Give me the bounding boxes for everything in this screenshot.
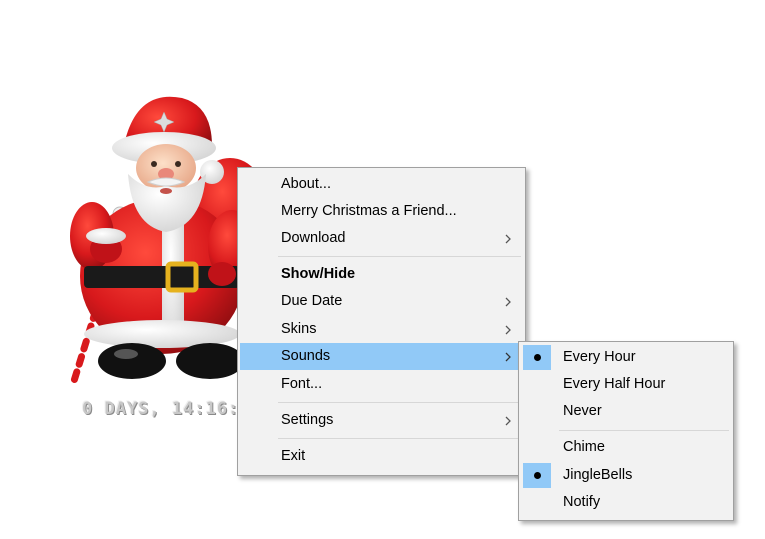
menu-separator — [278, 438, 521, 439]
bullet-icon — [534, 472, 541, 479]
menu-item-label: Font... — [281, 376, 323, 392]
menu-item-about[interactable]: About... — [240, 171, 523, 198]
sounds-submenu: Every Hour Every Half Hour Never Chime J… — [518, 341, 734, 521]
menu-item-exit[interactable]: Exit — [240, 443, 523, 470]
selected-indicator — [523, 345, 551, 370]
menu-item-sounds[interactable]: Sounds — [240, 343, 523, 370]
submenu-item-label: Chime — [563, 439, 605, 455]
chevron-right-icon — [505, 352, 511, 362]
submenu-item-label: Never — [563, 403, 602, 419]
submenu-item-chime[interactable]: Chime — [521, 434, 731, 461]
submenu-item-label: Every Hour — [563, 349, 636, 365]
submenu-item-every-hour[interactable]: Every Hour — [521, 344, 731, 371]
context-menu: About... Merry Christmas a Friend... Dow… — [237, 167, 526, 476]
submenu-item-jinglebells[interactable]: JingleBells — [521, 462, 731, 489]
menu-separator — [278, 402, 521, 403]
menu-item-due-date[interactable]: Due Date — [240, 288, 523, 315]
submenu-item-notify[interactable]: Notify — [521, 489, 731, 516]
menu-separator — [559, 430, 729, 431]
countdown-display: 0 DAYS, 14:16:42 — [82, 399, 242, 419]
bullet-icon — [534, 354, 541, 361]
chevron-right-icon — [505, 297, 511, 307]
submenu-item-never[interactable]: Never — [521, 398, 731, 425]
submenu-item-label: JingleBells — [563, 467, 633, 483]
menu-item-merry-christmas-a-friend[interactable]: Merry Christmas a Friend... — [240, 198, 523, 225]
submenu-item-label: Notify — [563, 494, 601, 510]
chevron-right-icon — [505, 234, 511, 244]
menu-item-show-hide[interactable]: Show/Hide — [240, 261, 523, 288]
submenu-item-label: Every Half Hour — [563, 376, 666, 392]
selected-indicator — [523, 463, 551, 488]
menu-separator — [278, 256, 521, 257]
menu-item-skins[interactable]: Skins — [240, 316, 523, 343]
chevron-right-icon — [505, 325, 511, 335]
submenu-item-every-half-hour[interactable]: Every Half Hour — [521, 371, 731, 398]
menu-item-label: About... — [281, 176, 331, 192]
menu-item-label: Exit — [281, 448, 306, 464]
menu-item-label: Settings — [281, 412, 334, 428]
chevron-right-icon — [505, 416, 511, 426]
menu-item-settings[interactable]: Settings — [240, 407, 523, 434]
menu-item-label: Download — [281, 230, 346, 246]
menu-item-label: Due Date — [281, 293, 343, 309]
menu-item-label: Skins — [281, 321, 317, 337]
menu-item-download[interactable]: Download — [240, 225, 523, 252]
menu-item-label: Sounds — [281, 348, 331, 364]
menu-item-font[interactable]: Font... — [240, 371, 523, 398]
menu-item-label: Show/Hide — [281, 266, 356, 282]
menu-item-label: Merry Christmas a Friend... — [281, 203, 457, 219]
